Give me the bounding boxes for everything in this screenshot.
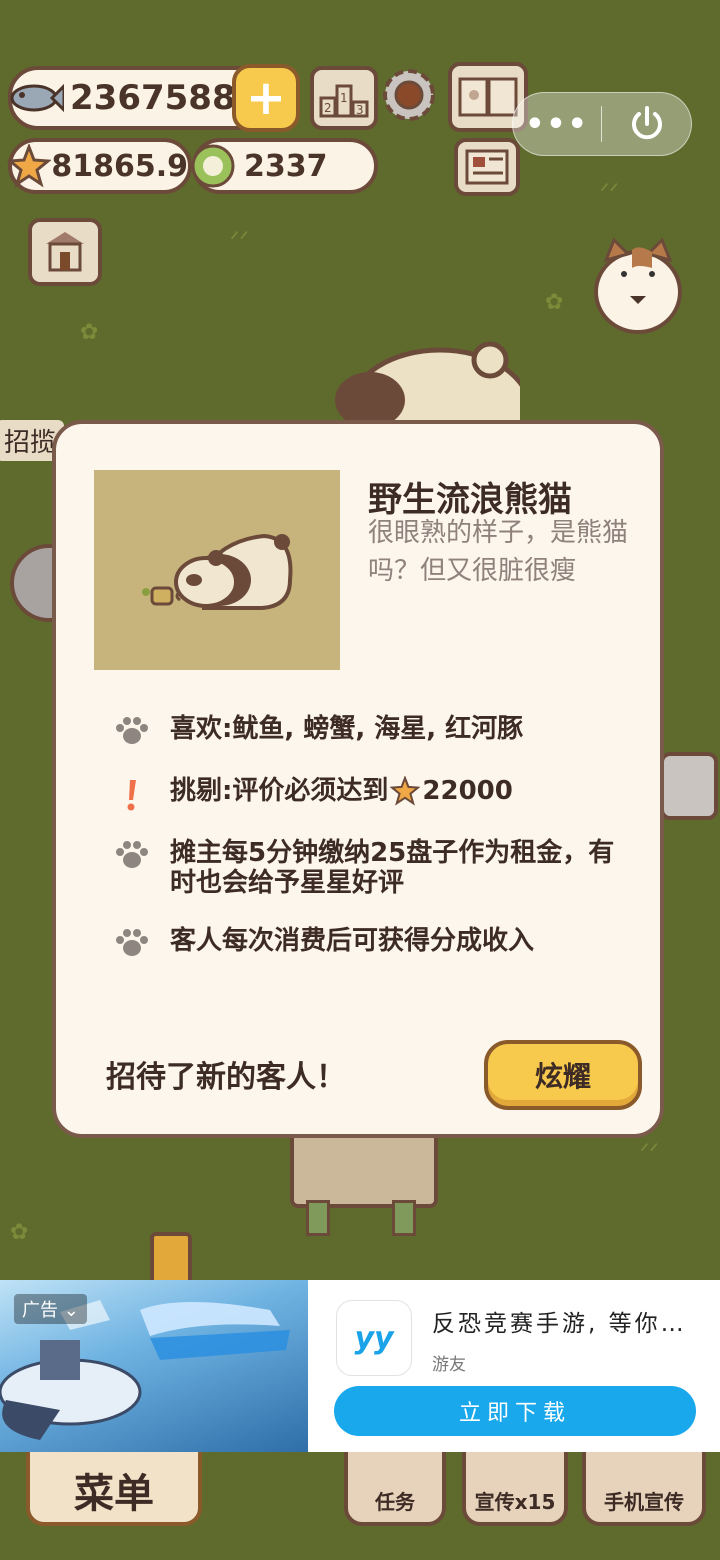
settings-gear-icon[interactable] — [378, 64, 440, 126]
sleeping-panda-image — [142, 533, 293, 610]
ad-tag[interactable]: 广告 ⌄ — [14, 1294, 87, 1324]
plate-icon — [190, 143, 236, 189]
star-icon — [6, 143, 51, 189]
ad-banner[interactable]: 广告 ⌄ yy 反恐竞赛手游, 等你… 游友 立即下载 — [0, 1280, 720, 1452]
stall-table-decoration — [290, 1130, 438, 1208]
grass-tuft: ✿ — [545, 290, 564, 315]
paw-icon — [112, 714, 152, 746]
feature-text: 摊主每5分钟缴纳25盘子作为租金，有时也会给予星星好评 — [170, 838, 615, 898]
grass-tuft: ᐟᐟ — [230, 228, 249, 253]
stall-leg — [306, 1200, 330, 1236]
grass-tuft: ᐟᐟ — [600, 180, 619, 205]
paw-icon — [112, 838, 152, 870]
star-rating-bar: 81865.9 — [6, 138, 192, 194]
feature-item-rent: 摊主每5分钟缴纳25盘子作为租金，有时也会给予星星好评 — [112, 838, 622, 898]
grass-tuft: ᐟᐟ — [640, 1140, 659, 1165]
exit-power-icon[interactable] — [602, 104, 691, 144]
grass-tuft: ✿ — [10, 1220, 29, 1245]
fish-icon — [6, 75, 66, 121]
stall-leg — [392, 1200, 416, 1236]
customer-info-modal: 野生流浪熊猫 很眼熟的样子，是熊猫吗？但又很脏很瘦 喜欢:鱿鱼, 螃蟹, 海星,… — [52, 420, 664, 1138]
show-off-button[interactable]: 炫耀 — [484, 1040, 642, 1110]
ad-download-button[interactable]: 立即下载 — [334, 1386, 696, 1436]
feature-text: 喜欢:鱿鱼, 螃蟹, 海星, 红河豚 — [170, 714, 524, 744]
miniprogram-capsule: ••• — [512, 92, 692, 156]
ad-image[interactable]: 广告 ⌄ — [0, 1280, 308, 1452]
more-options-button[interactable]: ••• — [513, 107, 601, 142]
ad-title[interactable]: 反恐竞赛手游, 等你… — [432, 1304, 702, 1338]
cat-customer-sprite — [594, 237, 682, 334]
svg-text:1: 1 — [340, 91, 348, 105]
paw-icon — [112, 926, 152, 958]
star-count: 81865.9 — [51, 148, 188, 184]
task-label: 任务 — [375, 1489, 415, 1514]
feature-item-share: 客人每次消费后可获得分成收入 — [112, 926, 612, 958]
feature-item-likes: 喜欢:鱿鱼, 螃蟹, 海星, 红河豚 — [112, 714, 612, 746]
required-rating-value: 22000 — [422, 776, 513, 806]
plate-currency-bar: 2337 — [190, 138, 378, 194]
plate-count: 2337 — [244, 148, 328, 184]
shop-icon[interactable] — [28, 218, 102, 286]
svg-text:2: 2 — [324, 101, 332, 115]
customer-description: 很眼熟的样子，是熊猫吗？但又很脏很瘦 — [368, 518, 629, 586]
customer-portrait — [94, 470, 340, 670]
ad-tag-label: 广告 — [22, 1300, 58, 1321]
fish-count: 2367588 — [70, 78, 236, 118]
star-icon — [389, 775, 421, 813]
newspaper-icon[interactable] — [454, 138, 520, 196]
leaderboard-icon[interactable]: 213 — [310, 66, 378, 130]
panda-bg-sprite — [335, 341, 520, 430]
feature-item-picky: 挑剔:评价必须达到 22000 — [112, 775, 612, 813]
ad-app-icon[interactable]: yy — [336, 1300, 412, 1376]
stall-sign-decoration — [660, 752, 718, 820]
add-fish-button[interactable]: + — [232, 64, 300, 132]
grass-tuft: ✿ — [80, 320, 99, 345]
ad-subtitle: 游友 — [432, 1355, 466, 1375]
promote-label: 宣传x15 — [474, 1489, 556, 1514]
exclamation-icon — [112, 776, 152, 812]
phone-promote-label: 手机宣传 — [604, 1489, 684, 1514]
new-customer-message: 招待了新的客人！ — [106, 1060, 346, 1095]
menu-label: 菜单 — [74, 1471, 154, 1517]
svg-text:3: 3 — [356, 103, 364, 117]
feature-text: 挑剔:评价必须达到 — [170, 776, 389, 806]
feature-text: 客人每次消费后可获得分成收入 — [170, 926, 535, 956]
